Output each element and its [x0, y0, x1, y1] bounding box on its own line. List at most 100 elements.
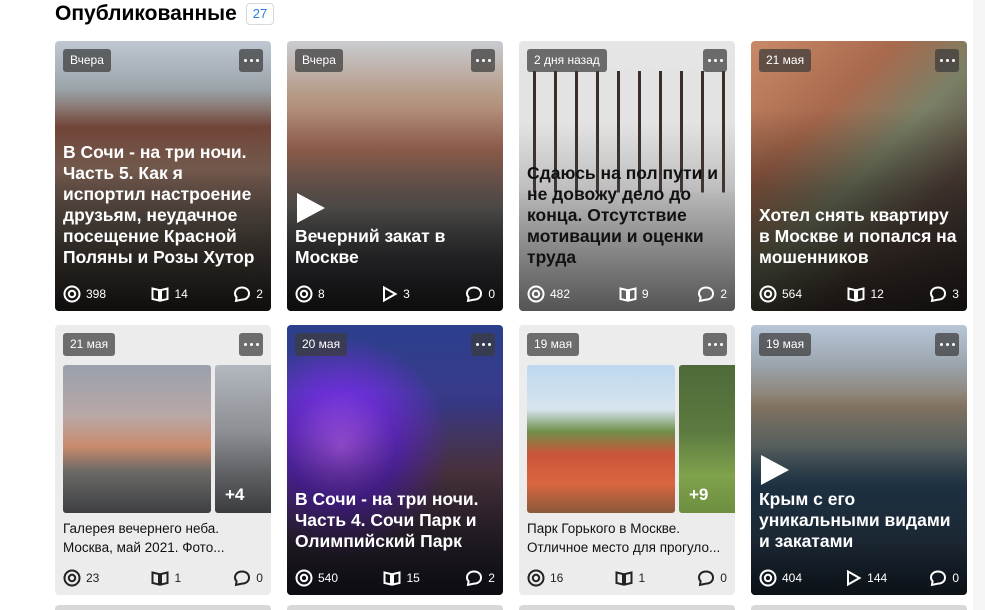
book-icon: [847, 285, 865, 303]
gallery-thumbnail[interactable]: [527, 365, 675, 513]
eye-icon: [527, 569, 545, 587]
comment-icon: [697, 569, 715, 587]
publication-card[interactable]: 20 мая В Сочи - на три ночи. Часть 4. Со…: [287, 325, 503, 595]
play-icon[interactable]: [761, 455, 789, 485]
reads-count: 9: [641, 287, 649, 301]
views-stat: 23: [63, 569, 99, 587]
gallery-thumbnail[interactable]: +9: [679, 365, 735, 513]
gallery-card[interactable]: 21 мая +4 Галерея вечернего неба. Москва…: [55, 325, 271, 595]
more-menu-button[interactable]: [239, 333, 263, 356]
card-title: Крым с его уникальными видами и закатами: [759, 489, 951, 551]
reads-count: 14: [174, 287, 188, 301]
views-count: 8: [318, 287, 325, 301]
comments-stat[interactable]: 3: [929, 285, 959, 303]
section-header: Опубликованные 27: [55, 0, 275, 28]
card-stats: 482 9 2: [527, 285, 727, 303]
section-title: Опубликованные: [55, 2, 237, 25]
plays-stat: 3: [380, 285, 410, 303]
comments-count: 0: [256, 571, 263, 585]
more-menu-button[interactable]: [239, 49, 263, 72]
publication-card[interactable]: 2 дня назад Сдаюсь на пол пути и не дово…: [519, 41, 735, 311]
reads-stat: 15: [383, 569, 420, 587]
card-stats: 8 3 0: [295, 285, 495, 303]
next-card-edge: [55, 605, 271, 610]
comment-icon: [929, 569, 947, 587]
comment-icon: [465, 285, 483, 303]
views-stat: 540: [295, 569, 338, 587]
gallery-card[interactable]: 19 мая +9 Парк Горького в Москве. Отличн…: [519, 325, 735, 595]
play-count-icon: [844, 569, 862, 587]
date-badge: 19 мая: [759, 333, 812, 356]
more-menu-button[interactable]: [703, 333, 727, 356]
reads-stat: 1: [151, 569, 181, 587]
date-badge: 20 мая: [295, 333, 348, 356]
views-count: 16: [550, 571, 564, 585]
card-title: Вечерний закат в Москве: [295, 226, 446, 267]
comments-count: 2: [720, 287, 727, 301]
gallery-thumbnails: +9: [527, 365, 735, 513]
more-menu-button[interactable]: [703, 49, 727, 72]
more-photos-count: +9: [689, 485, 709, 504]
gallery-description: Галерея вечернего неба. Москва, май 2021…: [63, 521, 225, 555]
comment-icon: [233, 285, 251, 303]
book-icon: [619, 285, 637, 303]
eye-icon: [63, 569, 81, 587]
next-card-edge: [751, 605, 967, 610]
comments-count: 0: [488, 287, 495, 301]
card-title: Хотел снять квартиру в Москве и попался …: [759, 205, 957, 267]
more-photos-count: +4: [225, 485, 245, 504]
comments-stat[interactable]: 0: [697, 569, 727, 587]
views-stat: 398: [63, 285, 106, 303]
eye-icon: [295, 569, 313, 587]
card-stats: 23 1 0: [63, 569, 263, 587]
date-badge: 21 мая: [63, 333, 116, 356]
play-icon[interactable]: [297, 193, 325, 223]
card-stats: 564 12 3: [759, 285, 959, 303]
gallery-thumbnail[interactable]: [63, 365, 211, 513]
publication-card[interactable]: Вчера Вечерний закат в Москве 8 3 0: [287, 41, 503, 311]
views-stat: 16: [527, 569, 563, 587]
views-stat: 482: [527, 285, 570, 303]
book-icon: [615, 569, 633, 587]
gallery-thumbnail[interactable]: +4: [215, 365, 271, 513]
publication-card[interactable]: Вчера В Сочи - на три ночи. Часть 5. Как…: [55, 41, 271, 311]
date-badge: 2 дня назад: [527, 49, 607, 72]
eye-icon: [759, 569, 777, 587]
views-count: 404: [782, 571, 803, 585]
gallery-thumbnails: +4: [63, 365, 271, 513]
comments-count: 0: [720, 571, 727, 585]
publication-card[interactable]: 21 мая Хотел снять квартиру в Москве и п…: [751, 41, 967, 311]
views-stat: 8: [295, 285, 325, 303]
next-card-edge: [519, 605, 735, 610]
comment-icon: [929, 285, 947, 303]
comments-count: 3: [952, 287, 959, 301]
more-menu-button[interactable]: [471, 333, 495, 356]
comments-count: 2: [256, 287, 263, 301]
views-count: 482: [550, 287, 571, 301]
reads-count: 1: [638, 571, 646, 585]
more-menu-button[interactable]: [935, 333, 959, 356]
card-stats: 404 144 0: [759, 569, 959, 587]
publication-card[interactable]: 19 мая Крым с его уникальными видами и з…: [751, 325, 967, 595]
comments-stat[interactable]: 0: [465, 285, 495, 303]
date-badge: Вчера: [295, 49, 343, 72]
card-stats: 540 15 2: [295, 569, 495, 587]
comments-stat[interactable]: 2: [697, 285, 727, 303]
comments-stat[interactable]: 2: [465, 569, 495, 587]
plays-count: 144: [867, 571, 888, 585]
scrollbar[interactable]: [973, 0, 985, 610]
eye-icon: [63, 285, 81, 303]
book-icon: [151, 569, 169, 587]
views-stat: 564: [759, 285, 802, 303]
comments-stat[interactable]: 0: [929, 569, 959, 587]
reads-count: 12: [870, 287, 884, 301]
book-icon: [383, 569, 401, 587]
reads-count: 1: [174, 571, 182, 585]
play-count-icon: [380, 285, 398, 303]
comments-count: 0: [952, 571, 959, 585]
reads-count: 15: [406, 571, 420, 585]
more-menu-button[interactable]: [935, 49, 959, 72]
comments-stat[interactable]: 2: [233, 285, 263, 303]
comments-stat[interactable]: 0: [233, 569, 263, 587]
more-menu-button[interactable]: [471, 49, 495, 72]
